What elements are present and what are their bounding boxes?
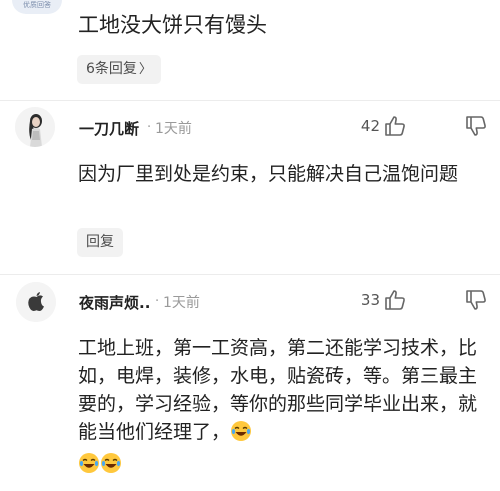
reply-button[interactable]: 回复 [77,228,123,257]
comment-time: 1天前 [163,295,200,311]
meta-separator: · [155,294,160,309]
comment-time: 1天前 [155,121,192,137]
view-replies-button[interactable]: 6条回复〉 [77,55,161,84]
comment-text: 工地上班，第一工资高，第二还能学习技术，比如，电焊，装修，水电，贴瓷砖，等。第三… [78,334,488,446]
user-avatar[interactable] [16,282,56,322]
thumbs-down-icon[interactable] [464,288,488,312]
emoji-row [78,452,138,478]
username[interactable]: 一刀几断 [79,118,139,139]
top-avatar-badge: 优质回答 [12,0,62,14]
laugh-cry-emoji-icon [78,452,100,474]
top-comment-text: 工地没大饼只有馒头 [78,13,267,37]
comment-divider [0,274,500,275]
thumbs-down-icon[interactable] [464,114,488,138]
chevron-right-icon: 〉 [138,62,152,77]
user-avatar[interactable] [15,107,55,147]
thumbs-up-icon[interactable] [383,288,407,312]
laugh-cry-emoji-icon [100,452,122,474]
thumbs-up-icon[interactable] [383,114,407,138]
like-count: 33 [360,291,380,309]
reply-label: 回复 [86,234,114,250]
view-replies-label: 6条回复 [86,61,137,77]
comment-text-body: 工地上班，第一工资高，第二还能学习技术，比如，电焊，装修，水电，贴瓷砖，等。第三… [78,337,478,443]
apple-logo-icon [16,282,56,322]
portrait-avatar-icon [15,107,55,147]
like-count: 42 [360,117,380,135]
username[interactable]: 夜雨声烦.. [79,292,150,313]
meta-separator: · [147,120,152,135]
laugh-cry-emoji-icon [230,420,252,442]
comment-divider [0,100,500,101]
top-avatar-badge-text: 优质回答 [23,1,51,9]
comment-text: 因为厂里到处是约束，只能解决自己温饱问题 [78,163,459,185]
